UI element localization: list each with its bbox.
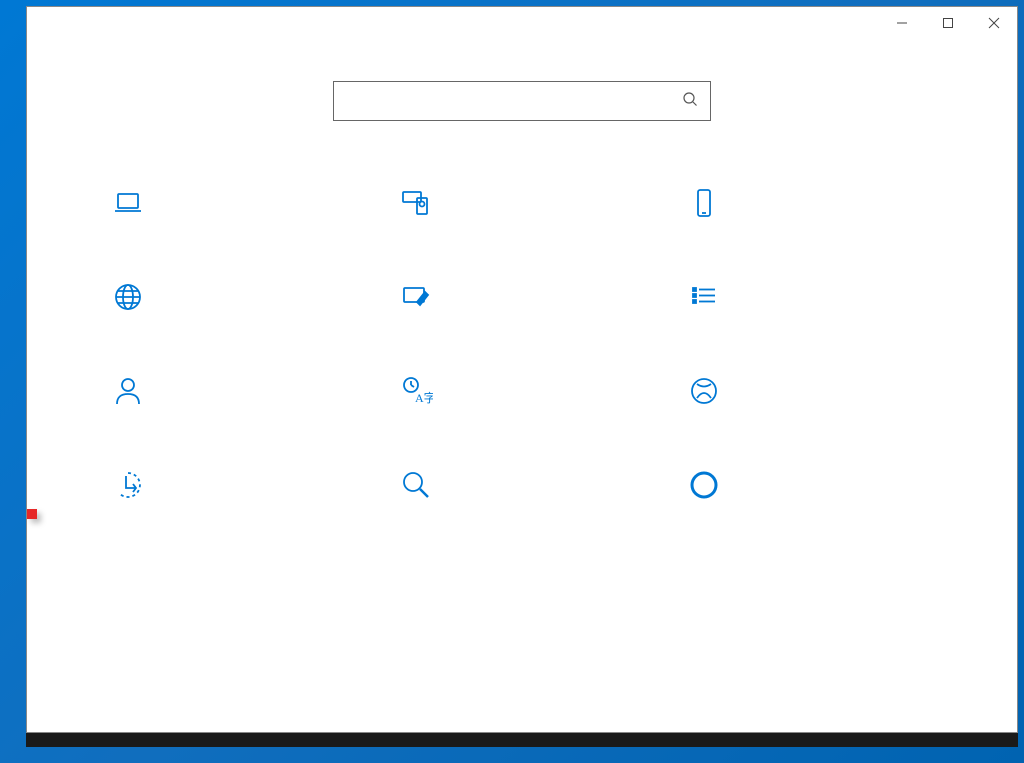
category-accounts[interactable] [102, 367, 366, 415]
close-button[interactable] [971, 7, 1017, 39]
category-apps[interactable] [678, 273, 942, 321]
close-icon [988, 17, 1000, 29]
category-search[interactable] [390, 461, 654, 509]
titlebar [27, 7, 1017, 39]
search-icon [682, 91, 698, 112]
category-system[interactable] [102, 179, 366, 227]
paintbrush-icon [398, 279, 434, 315]
svg-text:A字: A字 [415, 390, 433, 405]
maximize-button[interactable] [925, 7, 971, 39]
category-devices[interactable] [390, 179, 654, 227]
window-controls [879, 7, 1017, 39]
category-cortana[interactable] [678, 461, 942, 509]
content-area[interactable]: A字 [27, 39, 1017, 732]
search-box[interactable] [333, 81, 711, 121]
settings-window: A字 [26, 6, 1018, 733]
category-time-language[interactable]: A字 [390, 367, 654, 415]
apps-icon [686, 279, 722, 315]
magnifier-icon [398, 467, 434, 503]
time-language-icon: A字 [398, 373, 434, 409]
accessibility-icon [110, 467, 146, 503]
minimize-icon [896, 17, 908, 29]
person-icon [110, 373, 146, 409]
category-personalisation[interactable] [390, 273, 654, 321]
category-gaming[interactable] [678, 367, 942, 415]
cortana-icon [686, 467, 722, 503]
highlight-annotation [27, 509, 37, 519]
phone-icon [686, 185, 722, 221]
xbox-icon [686, 373, 722, 409]
category-network[interactable] [102, 273, 366, 321]
maximize-icon [942, 17, 954, 29]
categories-grid: A字 [42, 179, 1002, 509]
category-ease-of-access[interactable] [102, 461, 366, 509]
search-input[interactable] [346, 92, 682, 110]
search-container [27, 81, 1017, 121]
devices-icon [398, 185, 434, 221]
globe-icon [110, 279, 146, 315]
minimize-button[interactable] [879, 7, 925, 39]
taskbar[interactable] [26, 733, 1018, 747]
category-phone[interactable] [678, 179, 942, 227]
laptop-icon [110, 185, 146, 221]
